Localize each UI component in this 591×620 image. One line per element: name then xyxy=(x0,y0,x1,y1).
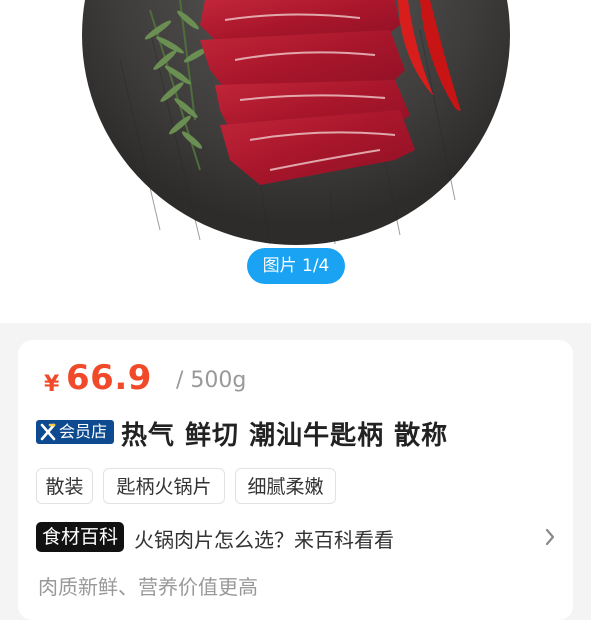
chevron-right-icon xyxy=(545,528,555,546)
tag-item: 匙柄火锅片 xyxy=(103,468,225,504)
tag-item: 细腻柔嫩 xyxy=(235,468,336,504)
product-title: 热气 鲜切 潮汕牛匙柄 散称 xyxy=(121,421,449,451)
tag-item: 散装 xyxy=(36,468,93,504)
ingredient-encyclopedia-link[interactable]: 食材百科 火锅肉片怎么选？来百科看看 xyxy=(36,520,556,554)
product-image-gallery[interactable]: 图片 1/4 xyxy=(0,0,591,323)
member-badge-label: 会员店 xyxy=(59,422,108,441)
price-unit: / 500g xyxy=(176,368,247,393)
product-info-card: ¥ 66.9 / 500g 会员店 热气 鲜切 潮汕牛匙柄 散称 散装 匙柄火锅… xyxy=(18,340,573,620)
encyclopedia-text: 火锅肉片怎么选？来百科看看 xyxy=(134,528,394,552)
encyclopedia-logo: 食材百科 xyxy=(36,522,124,552)
currency-symbol: ¥ xyxy=(44,372,60,397)
member-store-badge: 会员店 xyxy=(36,420,114,444)
price-value: 66.9 xyxy=(66,358,152,398)
image-counter: 图片 1/4 xyxy=(247,248,345,284)
x-logo-icon xyxy=(40,423,56,441)
product-description: 肉质新鲜、营养价值更高 xyxy=(38,575,258,599)
